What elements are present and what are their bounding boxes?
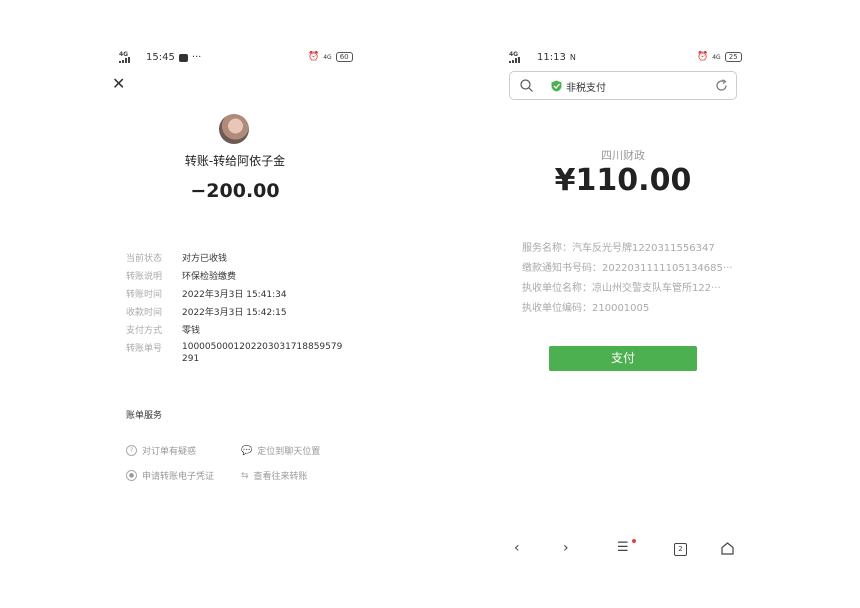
field-row: 缴款通知书号码：2022031111105134685··· (522, 259, 732, 279)
detail-label: 当前状态 (126, 254, 163, 264)
signal-icon: 4G (509, 52, 520, 63)
detail-value: 2022年3月3日 15:42:15 (182, 308, 287, 318)
question-icon: ? (126, 445, 137, 456)
status-time: 15:45 (146, 52, 175, 63)
service-item[interactable]: ⇆ 查看往来转账 (241, 469, 308, 483)
detail-row: 转账说明 环保检验缴费 (126, 269, 344, 287)
search-icon[interactable] (520, 79, 533, 92)
service-label: 查看往来转账 (253, 472, 308, 482)
search-bar[interactable]: 非税支付 (509, 71, 737, 100)
detail-label: 转账单号 (126, 344, 163, 354)
field-value: 汽车反光号牌1220311556347 (572, 243, 715, 254)
service-item[interactable]: ? 对订单有疑惑 (126, 444, 196, 457)
services-title: 账单服务 (126, 411, 163, 421)
field-label: 服务名称： (522, 243, 572, 254)
field-label: 执收单位名称： (522, 283, 592, 294)
detail-value: 环保检验缴费 (182, 272, 237, 282)
org-name: 四川财政 (601, 149, 645, 162)
detail-row: 支付方式 零钱 (126, 323, 344, 341)
detail-value: 零钱 (182, 326, 201, 336)
tabs-button[interactable]: 2 (674, 543, 687, 556)
field-row: 执收单位名称：凉山州交警支队车管所122··· (522, 279, 732, 299)
detail-label: 支付方式 (126, 326, 163, 336)
field-value: 2022031111105134685··· (602, 263, 733, 274)
payment-fields: 服务名称：汽车反光号牌1220311556347 缴款通知书号码：2022031… (522, 239, 732, 319)
payment-amount: ¥110.00 (554, 163, 692, 198)
field-label: 执收单位编码： (522, 303, 592, 314)
detail-value: 2022年3月3日 15:41:34 (182, 290, 287, 300)
target-icon: ● (126, 470, 137, 481)
field-row: 服务名称：汽车反光号牌1220311556347 (522, 239, 732, 259)
back-button[interactable]: ‹ (514, 540, 520, 556)
service-item[interactable]: ● 申请转账电子凭证 (126, 469, 214, 482)
detail-row: 收款时间 2022年3月3日 15:42:15 (126, 305, 344, 323)
status-time: 11:13 (537, 52, 566, 63)
pay-button[interactable]: 支付 (549, 346, 697, 371)
network-label: 4G (323, 53, 332, 61)
home-button[interactable] (721, 542, 734, 555)
detail-value: 1000050001202203031718859579291 (182, 342, 343, 364)
menu-button[interactable]: ☰ (617, 540, 629, 555)
detail-label: 转账时间 (126, 290, 163, 300)
battery-icon: 25 (724, 52, 742, 62)
service-label: 申请转账电子凭证 (142, 472, 215, 482)
detail-label: 转账说明 (126, 272, 163, 282)
transfer-amount: −200.00 (190, 180, 280, 202)
status-dots: ··· (191, 52, 202, 63)
close-icon[interactable]: ✕ (112, 74, 125, 93)
avatar (219, 114, 249, 144)
detail-row: 转账单号 1000050001202203031718859579291 (126, 341, 344, 365)
service-label: 对订单有疑惑 (142, 447, 197, 457)
nfc-icon: N (569, 53, 576, 62)
message-icon (178, 53, 188, 62)
detail-label: 收款时间 (126, 308, 163, 318)
alarm-icon: ⏰ (697, 52, 709, 62)
detail-list: 当前状态 对方已收钱 转账说明 环保检验缴费 转账时间 2022年3月3日 15… (126, 251, 344, 365)
notification-dot (632, 539, 636, 543)
signal-icon: 4G (119, 52, 130, 63)
field-value: 210001005 (592, 303, 650, 314)
transfer-title: 转账-转给阿依子金 (184, 154, 286, 168)
shield-check-icon (551, 80, 562, 92)
refresh-icon[interactable] (715, 79, 728, 92)
search-label: 非税支付 (566, 83, 606, 94)
alarm-icon: ⏰ (308, 52, 320, 62)
detail-row: 转账时间 2022年3月3日 15:41:34 (126, 287, 344, 305)
service-label: 定位到聊天位置 (257, 447, 321, 457)
service-item[interactable]: 💬 定位到聊天位置 (241, 444, 321, 458)
swap-icon: ⇆ (241, 470, 249, 481)
field-row: 执收单位编码：210001005 (522, 299, 732, 319)
battery-icon: 60 (335, 52, 353, 62)
forward-button[interactable]: › (563, 540, 569, 556)
detail-value: 对方已收钱 (182, 254, 228, 264)
detail-row: 当前状态 对方已收钱 (126, 251, 344, 269)
chat-icon: 💬 (241, 445, 253, 456)
network-label: 4G (712, 53, 721, 61)
field-value: 凉山州交警支队车管所122··· (592, 283, 721, 294)
field-label: 缴款通知书号码： (522, 263, 602, 274)
